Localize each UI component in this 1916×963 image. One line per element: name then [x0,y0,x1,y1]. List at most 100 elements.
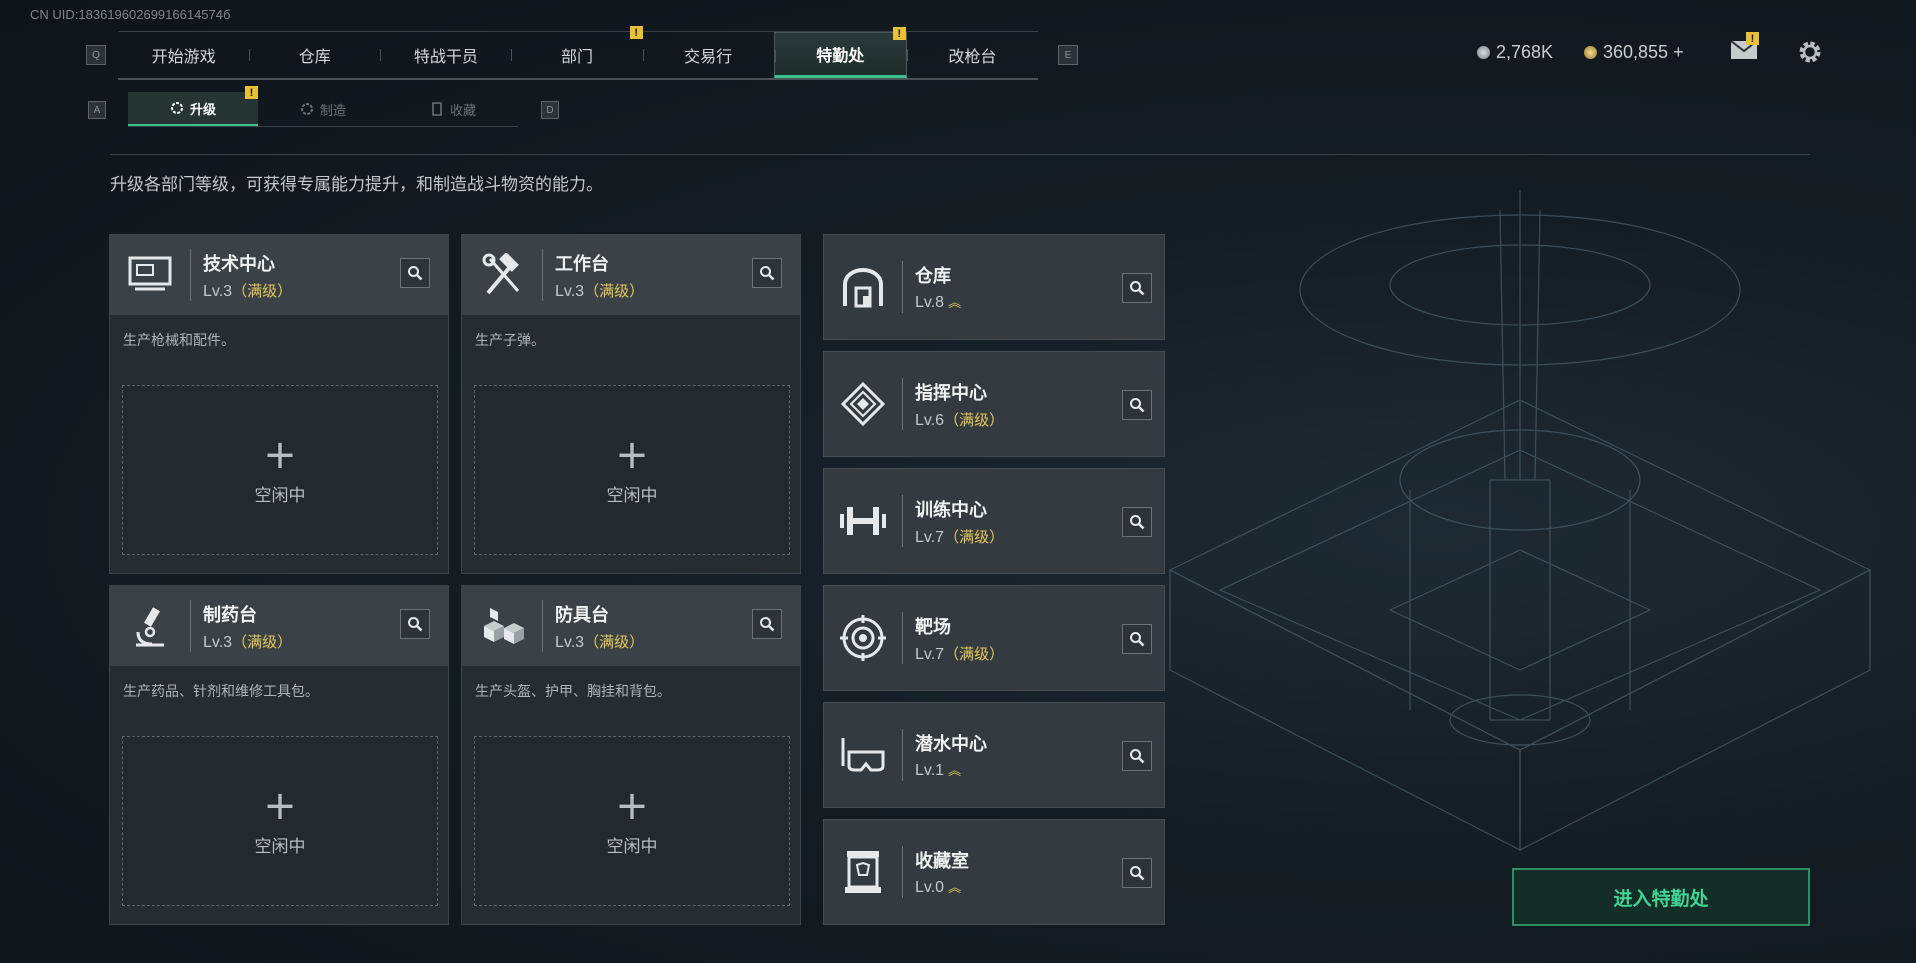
card-header: 制药台 Lv.3（满级） [110,586,448,666]
tab-operators[interactable]: 特战干员 [380,32,511,78]
workstation-card-pharmacy: 制药台 Lv.3（满级） 生产药品、针剂和维修工具包。 + 空闲中 [109,585,449,925]
alert-badge: ! [892,27,906,40]
tab-warehouse[interactable]: 仓库 [249,32,380,78]
upgrade-available-icon: ︽ [948,880,962,895]
department-row-warehouse[interactable]: 仓库 Lv.8 ︽ [823,234,1165,340]
search-icon [760,617,775,632]
tab-label: 特勤处 [816,46,865,65]
tab-start-game[interactable]: 开始游戏 [118,32,249,78]
page-description: 升级各部门等级，可获得专属能力提升，和制造战斗物资的能力。 [110,175,603,195]
building-wireframe-image [1168,190,1872,851]
department-name: 仓库 [915,266,951,287]
header-divider [190,249,191,301]
max-level-tag: （满级） [232,281,293,300]
tab-gunsmith[interactable]: 改枪台 [906,32,1038,78]
tab-label: 特战干员 [413,47,478,66]
plus-icon: + [615,431,649,478]
tab-department[interactable]: 部门 ! [511,26,643,78]
level-value: Lv.3 [555,633,585,651]
tab-market[interactable]: 交易行 [642,32,774,78]
slot-status: 空闲中 [254,485,306,506]
computer-icon [110,235,190,315]
workstation-level: Lv.3（满级） [203,631,292,652]
inspect-button[interactable] [1122,858,1152,888]
slot-status: 空闲中 [606,836,658,857]
inspect-button[interactable] [1122,741,1152,771]
row-divider [902,729,903,781]
level-value: Lv.3 [203,633,233,651]
gold-amount: 360,855 + [1603,42,1684,62]
department-level: Lv.6（满级） [915,409,1004,430]
upgrade-available-icon: ︽ [948,763,962,778]
subtab-label: 升级 [189,102,216,118]
search-icon [408,266,423,281]
inspect-button[interactable] [1122,390,1152,420]
row-divider [902,846,903,898]
slot-status: 空闲中 [606,485,658,506]
workstation-card-workbench: 工作台 Lv.3（满级） 生产子弹。 + 空闲中 [461,234,801,574]
tab-label: 交易行 [684,47,733,66]
department-row-range[interactable]: 靶场 Lv.7（满级） [823,585,1165,691]
workstation-description: 生产子弹。 [475,333,545,349]
inspect-button[interactable] [400,609,430,639]
max-level-tag: （满级） [584,632,645,651]
department-name: 收藏室 [915,851,969,872]
production-slot[interactable]: + 空闲中 [122,736,438,906]
department-row-training[interactable]: 训练中心 Lv.7（满级） [823,468,1165,574]
plus-icon: + [615,782,649,829]
mail-alert-badge: ! [1746,32,1759,45]
department-level: Lv.7（满级） [915,526,1004,547]
department-row-diving[interactable]: 潜水中心 Lv.1 ︽ [823,702,1165,808]
search-icon [1130,749,1145,764]
gold-currency[interactable]: 360,855 + [1584,42,1684,63]
card-header: 防具台 Lv.3（满级） [462,586,800,666]
department-level: Lv.1 ︽ [915,760,987,780]
department-name: 指挥中心 [915,382,987,404]
department-name: 训练中心 [915,499,987,521]
inspect-button[interactable] [1122,273,1152,303]
settings-button[interactable] [1797,39,1823,69]
inspect-button[interactable] [1122,624,1152,654]
target-icon [824,586,902,690]
level-value: Lv.0 [915,879,945,896]
mail-button[interactable]: ! [1730,32,1760,62]
row-divider [902,612,903,664]
inspect-button[interactable] [752,258,782,288]
row-divider [902,495,903,547]
production-slot[interactable]: + 空闲中 [474,385,790,555]
row-divider [902,261,903,313]
tab-label: 改枪台 [948,47,997,66]
inspect-button[interactable] [752,609,782,639]
inspect-button[interactable] [400,258,430,288]
workstation-description: 生产药品、针剂和维修工具包。 [123,684,319,700]
uid-label: CN UID:18361960269916614574б [30,7,231,22]
gear-icon [1799,41,1821,63]
dumbbell-icon [824,469,902,573]
production-slot[interactable]: + 空闲中 [474,736,790,906]
tab-label: 部门 [560,47,593,66]
production-slot[interactable]: + 空闲中 [122,385,438,555]
enter-special-ops-button[interactable]: 进入特勤处 [1512,868,1810,926]
trophy-icon [432,102,442,116]
workstation-level: Lv.3（满级） [555,280,644,301]
workstation-description: 生产枪械和配件。 [123,333,235,349]
subtab-craft[interactable]: 制造 [258,92,388,126]
tab-special-ops[interactable]: 特勤处 ! [773,27,907,78]
a-key-hint: A [88,101,106,119]
department-row-collection[interactable]: 收藏室 Lv.0 ︽ [823,819,1165,925]
row-divider [902,378,903,430]
inspect-button[interactable] [1122,507,1152,537]
subtab-collect[interactable]: 收藏 [388,92,518,126]
workstation-level: Lv.3（满级） [555,631,644,652]
subtab-upgrade[interactable]: 升级 ! [128,86,258,126]
department-row-command[interactable]: 指挥中心 Lv.6（满级） [823,351,1165,457]
microscope-icon [110,586,190,666]
d-key-hint: D [541,101,559,119]
gold-coin-icon [1584,46,1597,59]
tab-label: 开始游戏 [151,47,216,66]
plus-icon: + [263,782,297,829]
level-value: Lv.7 [915,645,945,663]
tab-label: 仓库 [298,47,331,66]
level-value: Lv.1 [915,762,945,779]
max-level-tag: （满级） [584,281,645,300]
